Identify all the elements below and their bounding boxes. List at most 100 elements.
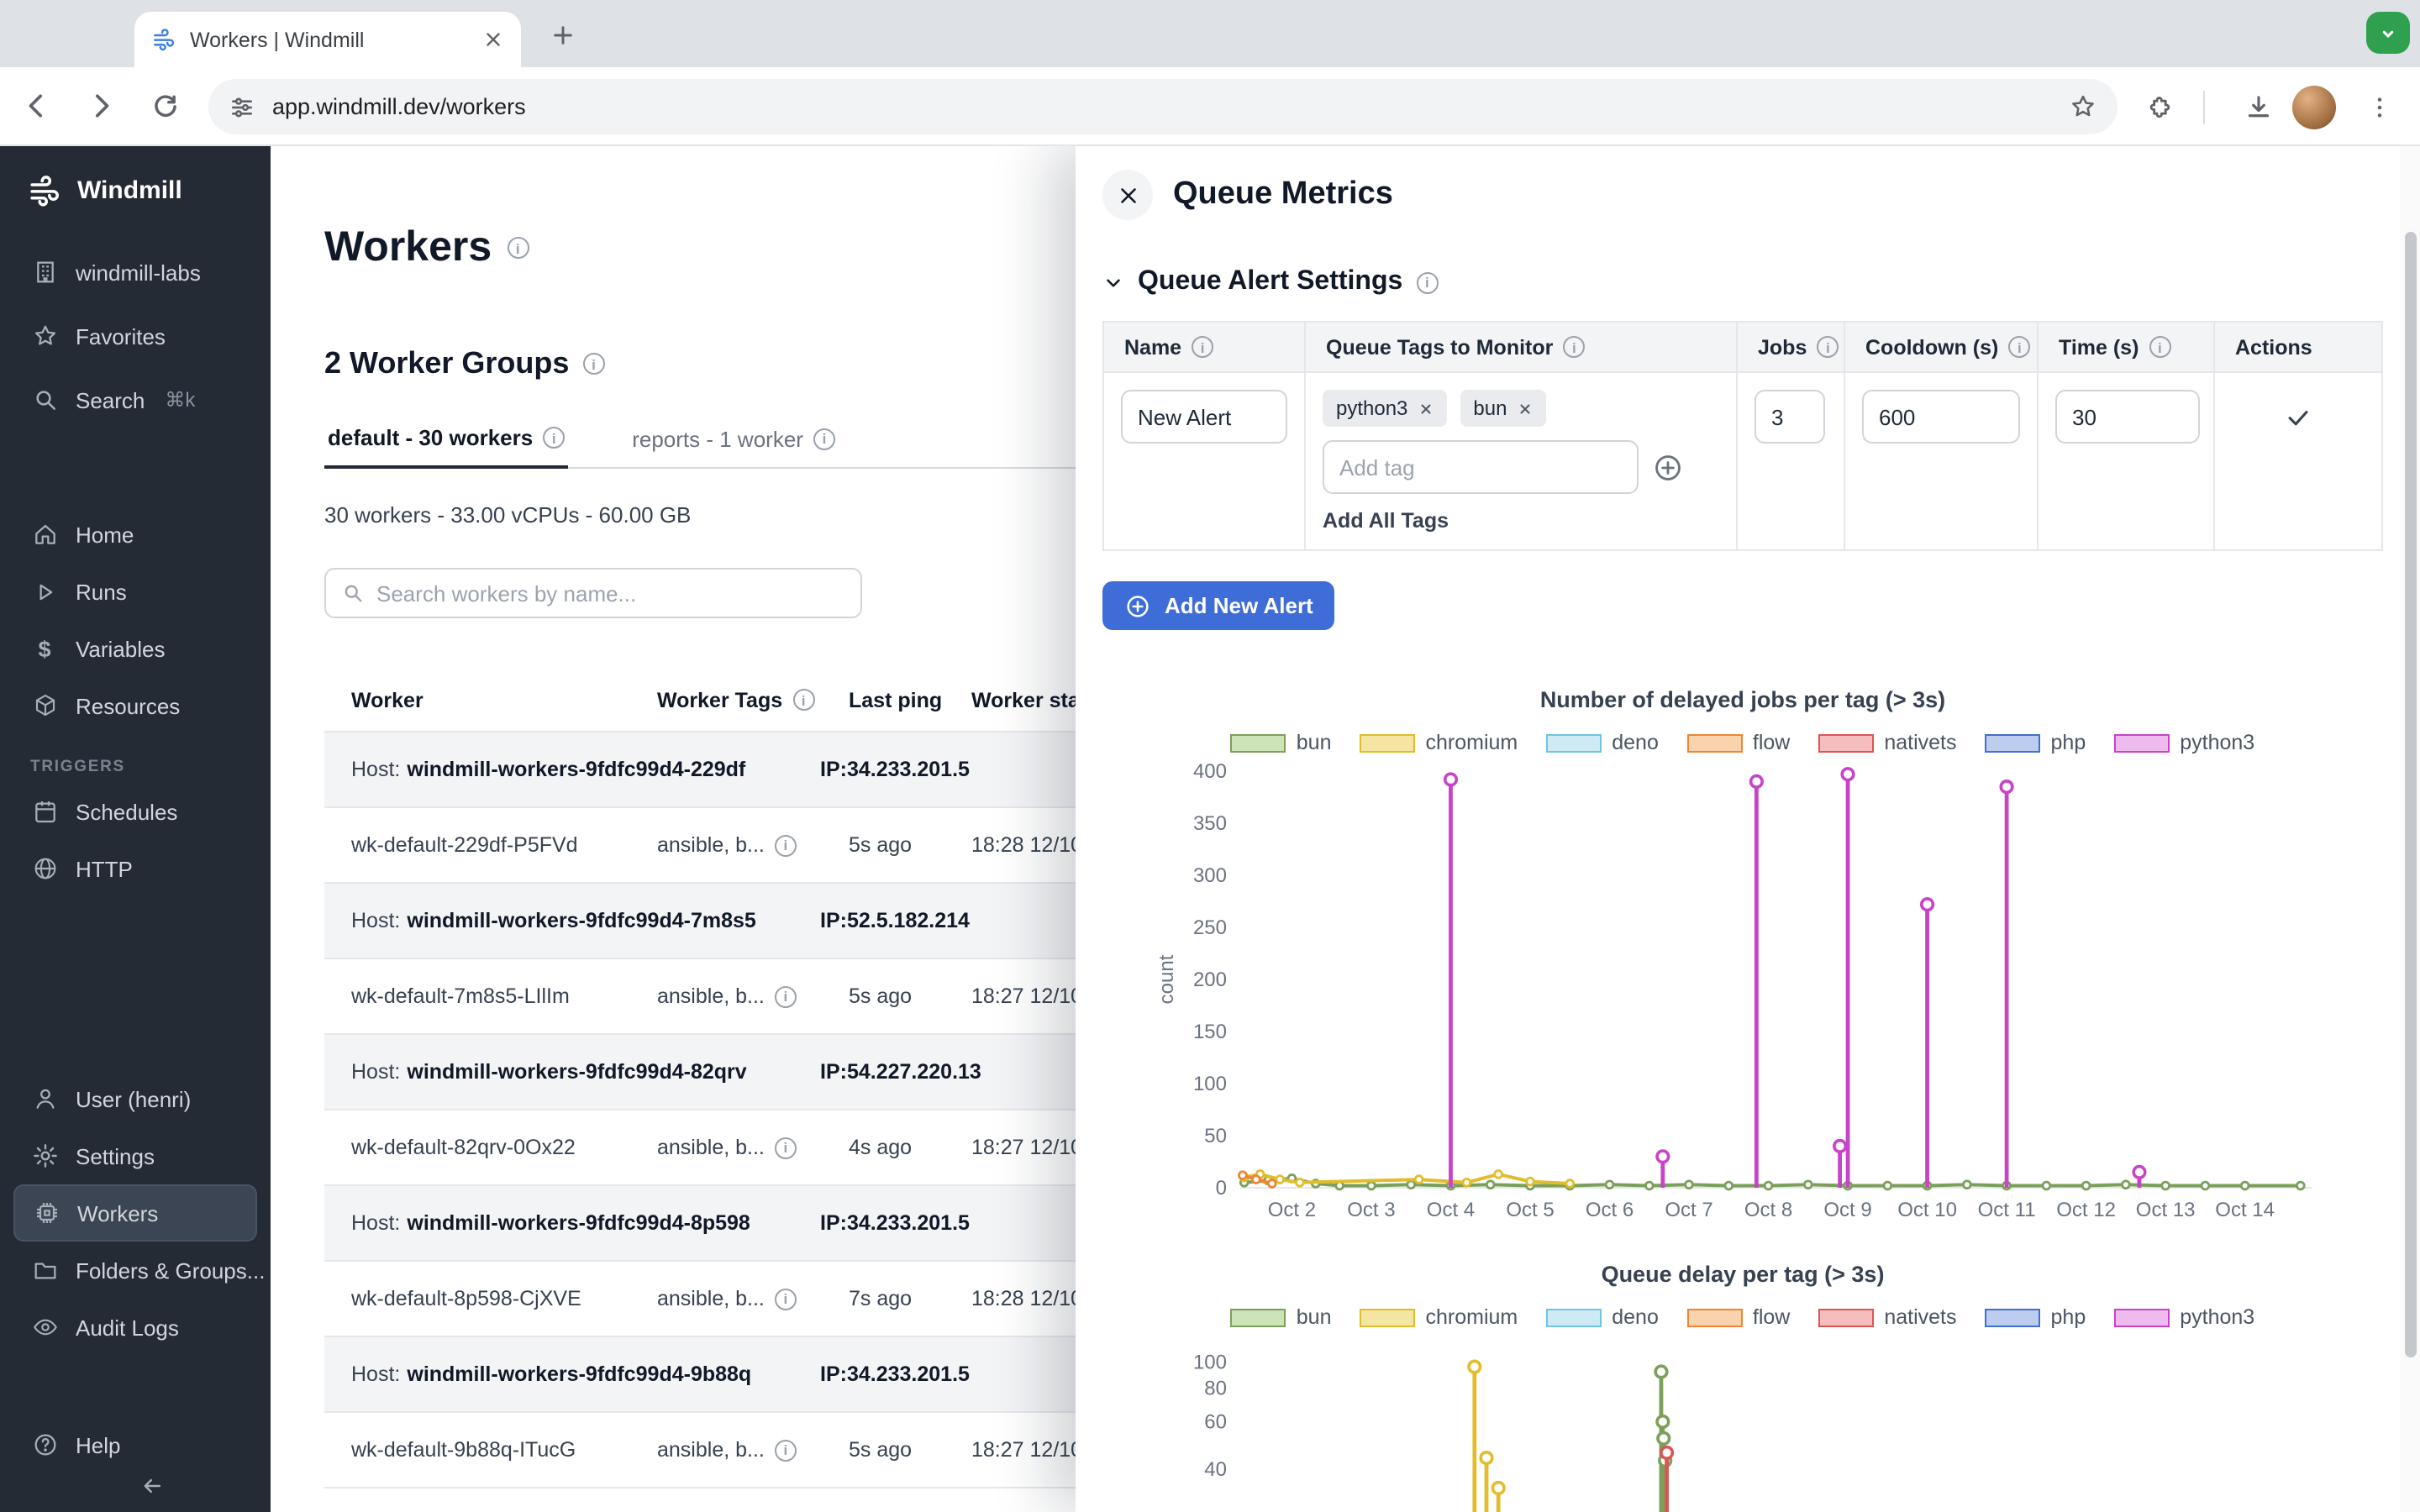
host-name: windmill-workers-9fdfc99d4-82qrv bbox=[407, 1060, 746, 1084]
back-icon[interactable] bbox=[10, 79, 64, 133]
legend-item-python3[interactable]: python3 bbox=[2114, 1305, 2254, 1329]
address-bar[interactable]: app.windmill.dev/workers bbox=[208, 79, 2118, 134]
windmill-logo[interactable]: Windmill bbox=[0, 146, 271, 223]
add-new-alert-label: Add New Alert bbox=[1165, 593, 1313, 618]
extensions-icon[interactable] bbox=[2133, 80, 2186, 134]
legend-item-flow[interactable]: flow bbox=[1687, 1305, 1790, 1329]
time-input[interactable] bbox=[2055, 390, 2200, 444]
chart-legend: bun chromium deno flow nativets php python3 bbox=[1102, 731, 2383, 754]
reload-icon[interactable] bbox=[138, 79, 192, 133]
sidebar-item-user[interactable]: User (henri) bbox=[0, 1070, 271, 1127]
tag-chip-python3[interactable]: python3 bbox=[1323, 390, 1446, 427]
forward-icon[interactable] bbox=[74, 79, 128, 133]
worker-tags: ansible, b... bbox=[657, 1287, 765, 1310]
host-label: Host: bbox=[351, 758, 400, 781]
sidebar-item-home[interactable]: Home bbox=[0, 506, 271, 563]
sidebar-item-schedules[interactable]: Schedules bbox=[0, 783, 271, 840]
sidebar-item-runs[interactable]: Runs bbox=[0, 563, 271, 620]
tab-default-group[interactable]: default - 30 workers bbox=[324, 425, 568, 469]
sidebar-item-http[interactable]: HTTP bbox=[0, 840, 271, 897]
sidebar-item-workers[interactable]: Workers bbox=[13, 1184, 257, 1242]
host-label: Host: bbox=[351, 909, 400, 932]
tab-close-icon[interactable] bbox=[482, 29, 504, 50]
tab-title: Workers | Windmill bbox=[190, 28, 469, 51]
legend-item-php[interactable]: php bbox=[1986, 731, 2086, 754]
info-icon[interactable] bbox=[775, 1439, 797, 1461]
info-icon[interactable] bbox=[1192, 336, 1213, 358]
profile-avatar[interactable] bbox=[2292, 85, 2336, 129]
drawer-scrollbar[interactable] bbox=[2400, 146, 2420, 1512]
legend-item-nativets[interactable]: nativets bbox=[1818, 1305, 1956, 1329]
sidebar-item-audit-logs[interactable]: Audit Logs bbox=[0, 1299, 271, 1356]
legend-item-chromium[interactable]: chromium bbox=[1360, 731, 1518, 754]
close-drawer-button[interactable] bbox=[1102, 170, 1153, 220]
info-icon[interactable] bbox=[582, 353, 604, 375]
browser-toolbar: app.windmill.dev/workers bbox=[0, 67, 2420, 146]
alert-name-input[interactable] bbox=[1121, 390, 1287, 444]
add-tag-plus-icon[interactable] bbox=[1652, 451, 1684, 483]
collapse-sidebar-arrow-icon[interactable] bbox=[34, 1473, 271, 1499]
jobs-input[interactable] bbox=[1754, 390, 1825, 444]
info-icon[interactable] bbox=[775, 834, 797, 856]
legend-label: php bbox=[2051, 1305, 2086, 1329]
legend-item-deno[interactable]: deno bbox=[1546, 731, 1659, 754]
info-icon[interactable] bbox=[775, 1137, 797, 1158]
add-tag-input[interactable] bbox=[1323, 440, 1639, 494]
svg-text:300: 300 bbox=[1193, 864, 1227, 887]
legend-item-python3[interactable]: python3 bbox=[2114, 731, 2254, 754]
tag-chip-bun[interactable]: bun bbox=[1460, 390, 1545, 427]
sidebar-item-favorites[interactable]: Favorites bbox=[0, 304, 271, 368]
info-icon[interactable] bbox=[1817, 336, 1839, 358]
confirm-check-icon[interactable] bbox=[2284, 403, 2312, 432]
info-icon[interactable] bbox=[507, 237, 529, 259]
info-icon[interactable] bbox=[2149, 336, 2170, 358]
legend-swatch bbox=[1986, 733, 2041, 752]
sidebar-item-settings[interactable]: Settings bbox=[0, 1127, 271, 1184]
info-icon[interactable] bbox=[1563, 336, 1585, 358]
page-title: Workers bbox=[324, 223, 492, 272]
svg-text:250: 250 bbox=[1193, 916, 1227, 939]
add-all-tags-button[interactable]: Add All Tags bbox=[1323, 509, 1719, 533]
scrollbar-thumb[interactable] bbox=[2405, 232, 2417, 1357]
info-icon[interactable] bbox=[2008, 336, 2030, 358]
info-icon[interactable] bbox=[1416, 271, 1438, 293]
info-icon[interactable] bbox=[792, 689, 814, 711]
tab-reports-group[interactable]: reports - 1 worker bbox=[629, 425, 839, 467]
add-new-alert-button[interactable]: Add New Alert bbox=[1102, 581, 1335, 630]
legend-item-nativets[interactable]: nativets bbox=[1818, 731, 1956, 754]
downloads-icon[interactable] bbox=[2232, 80, 2286, 134]
sidebar-item-workspace[interactable]: windmill-labs bbox=[0, 240, 271, 304]
info-icon[interactable] bbox=[543, 427, 565, 449]
info-icon[interactable] bbox=[813, 428, 835, 449]
legend-item-bun[interactable]: bun bbox=[1231, 1305, 1332, 1329]
sidebar-item-help[interactable]: Help bbox=[0, 1420, 271, 1470]
browser-tab[interactable]: Workers | Windmill bbox=[134, 12, 521, 67]
worker-search[interactable] bbox=[324, 568, 862, 618]
legend-item-php[interactable]: php bbox=[1986, 1305, 2086, 1329]
calendar-icon bbox=[30, 798, 59, 825]
host-label: Host: bbox=[351, 1060, 400, 1084]
sidebar-item-variables[interactable]: $ Variables bbox=[0, 620, 271, 677]
site-settings-icon[interactable] bbox=[229, 93, 255, 120]
legend-item-deno[interactable]: deno bbox=[1546, 1305, 1659, 1329]
legend-swatch bbox=[1546, 733, 1602, 752]
sidebar-item-search[interactable]: Search ⌘k bbox=[0, 368, 271, 432]
search-input[interactable] bbox=[376, 580, 845, 606]
legend-swatch bbox=[1360, 1308, 1416, 1326]
url-text[interactable]: app.windmill.dev/workers bbox=[272, 94, 2052, 119]
worker-tags: ansible, b... bbox=[657, 984, 765, 1008]
chevron-down-icon[interactable] bbox=[1102, 271, 1124, 293]
info-icon[interactable] bbox=[775, 1288, 797, 1310]
bookmark-star-icon[interactable] bbox=[2069, 92, 2097, 121]
legend-item-bun[interactable]: bun bbox=[1231, 731, 1332, 754]
cooldown-input[interactable] bbox=[1862, 390, 2020, 444]
legend-item-flow[interactable]: flow bbox=[1687, 731, 1790, 754]
new-tab-button[interactable] bbox=[544, 17, 581, 54]
sidebar-item-resources[interactable]: Resources bbox=[0, 677, 271, 734]
column-header: Name bbox=[1124, 335, 1181, 359]
info-icon[interactable] bbox=[775, 985, 797, 1007]
browser-menu-kebab-icon[interactable] bbox=[2353, 80, 2407, 134]
legend-item-chromium[interactable]: chromium bbox=[1360, 1305, 1518, 1329]
browser-green-chevron-button[interactable] bbox=[2366, 12, 2410, 54]
sidebar-item-folders-groups[interactable]: Folders & Groups... bbox=[0, 1242, 271, 1299]
